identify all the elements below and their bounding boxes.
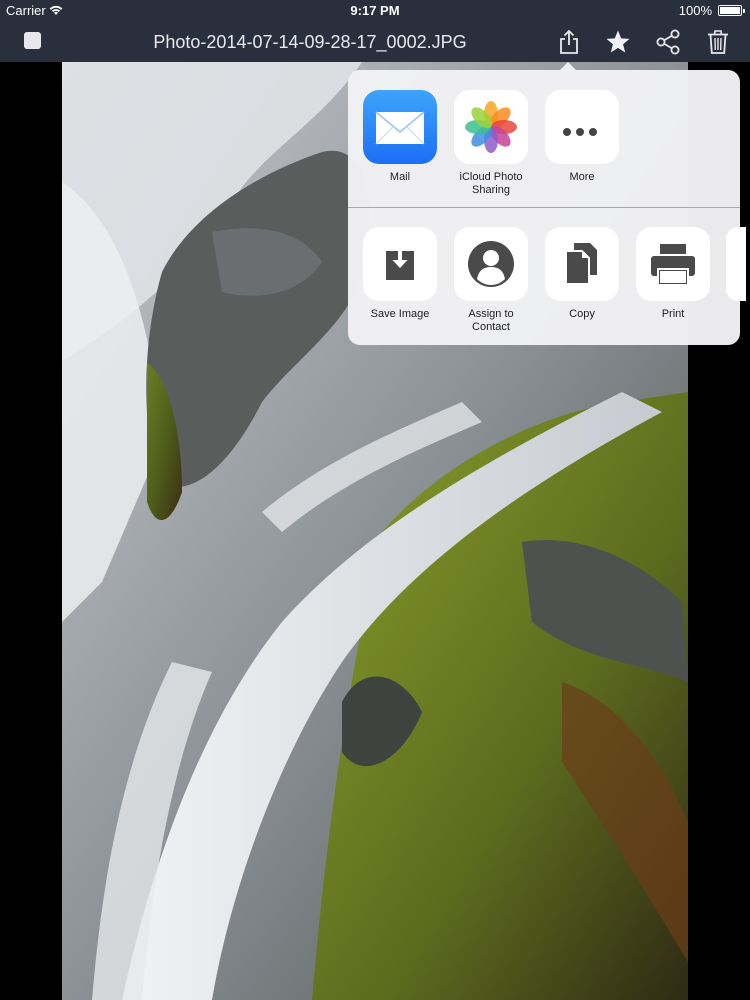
star-icon[interactable] (604, 28, 632, 56)
share-network-icon[interactable] (654, 28, 682, 56)
action-label: Copy (569, 308, 595, 320)
battery-icon (718, 5, 745, 16)
share-popover: Mail iCloud Photo Sharing More Save Imag… (348, 62, 746, 345)
mail-icon (363, 90, 437, 164)
status-bar: Carrier 9:17 PM 100% (0, 0, 750, 22)
action-overflow-item[interactable] (726, 227, 746, 301)
action-label: Assign to Contact (468, 308, 514, 333)
action-assign-to-contact[interactable]: Assign to Contact (446, 227, 536, 334)
navigation-bar: Photo-2014-07-14-09-28-17_0002.JPG (0, 22, 750, 62)
save-image-icon (363, 227, 437, 301)
photos-icon (454, 90, 528, 164)
trash-icon[interactable] (704, 28, 732, 56)
share-icon[interactable] (555, 28, 583, 56)
action-label: Print (661, 308, 685, 320)
clock: 9:17 PM (350, 3, 400, 18)
action-save-image[interactable]: Save Image (355, 227, 445, 321)
battery-percent: 100% (678, 3, 712, 18)
popover-arrow (559, 62, 577, 71)
share-target-label: More (569, 171, 595, 183)
share-target-label: Mail (389, 171, 411, 183)
print-icon (636, 227, 710, 301)
copy-icon (545, 227, 619, 301)
action-label: Save Image (370, 308, 430, 320)
share-target-label: iCloud Photo Sharing (459, 171, 523, 196)
action-print[interactable]: Print (628, 227, 718, 321)
share-target-icloud-photo-sharing[interactable]: iCloud Photo Sharing (446, 90, 536, 197)
popover-divider (348, 207, 740, 208)
more-icon (545, 90, 619, 164)
action-copy[interactable]: Copy (537, 227, 627, 321)
share-target-mail[interactable]: Mail (355, 90, 445, 184)
contact-icon (454, 227, 528, 301)
page-title: Photo-2014-07-14-09-28-17_0002.JPG (153, 32, 467, 52)
share-target-more[interactable]: More (537, 90, 627, 184)
stop-square-icon[interactable] (24, 32, 41, 49)
